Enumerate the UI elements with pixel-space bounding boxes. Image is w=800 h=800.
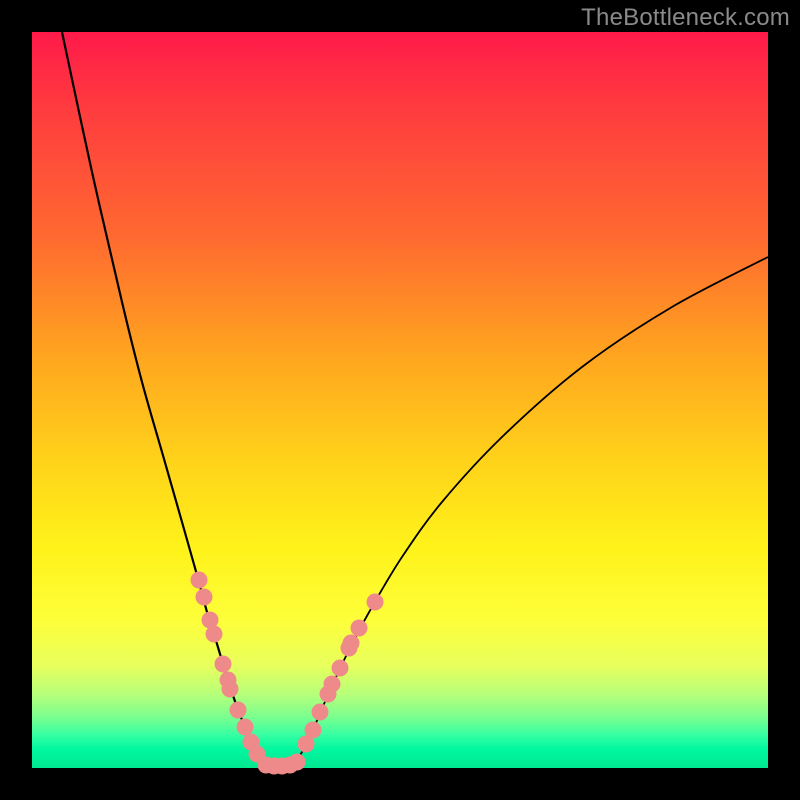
data-dot — [305, 722, 322, 739]
data-dot — [222, 681, 239, 698]
data-dot — [343, 635, 360, 652]
data-dot — [332, 660, 349, 677]
plot-area — [32, 32, 768, 768]
data-dot — [196, 589, 213, 606]
chart-frame: TheBottleneck.com — [0, 0, 800, 800]
data-dot — [367, 594, 384, 611]
right-branch-curve — [294, 257, 768, 764]
data-dot — [215, 656, 232, 673]
data-dot — [191, 572, 208, 589]
data-dot — [312, 704, 329, 721]
data-dot — [351, 620, 368, 637]
data-dot — [237, 719, 254, 736]
data-dot — [206, 626, 223, 643]
data-dots — [191, 572, 384, 775]
data-dot — [289, 754, 306, 771]
data-dot — [230, 702, 247, 719]
curve-plot — [32, 32, 768, 768]
data-dot — [324, 676, 341, 693]
left-branch-curve — [62, 32, 263, 764]
watermark-text: TheBottleneck.com — [581, 4, 790, 32]
